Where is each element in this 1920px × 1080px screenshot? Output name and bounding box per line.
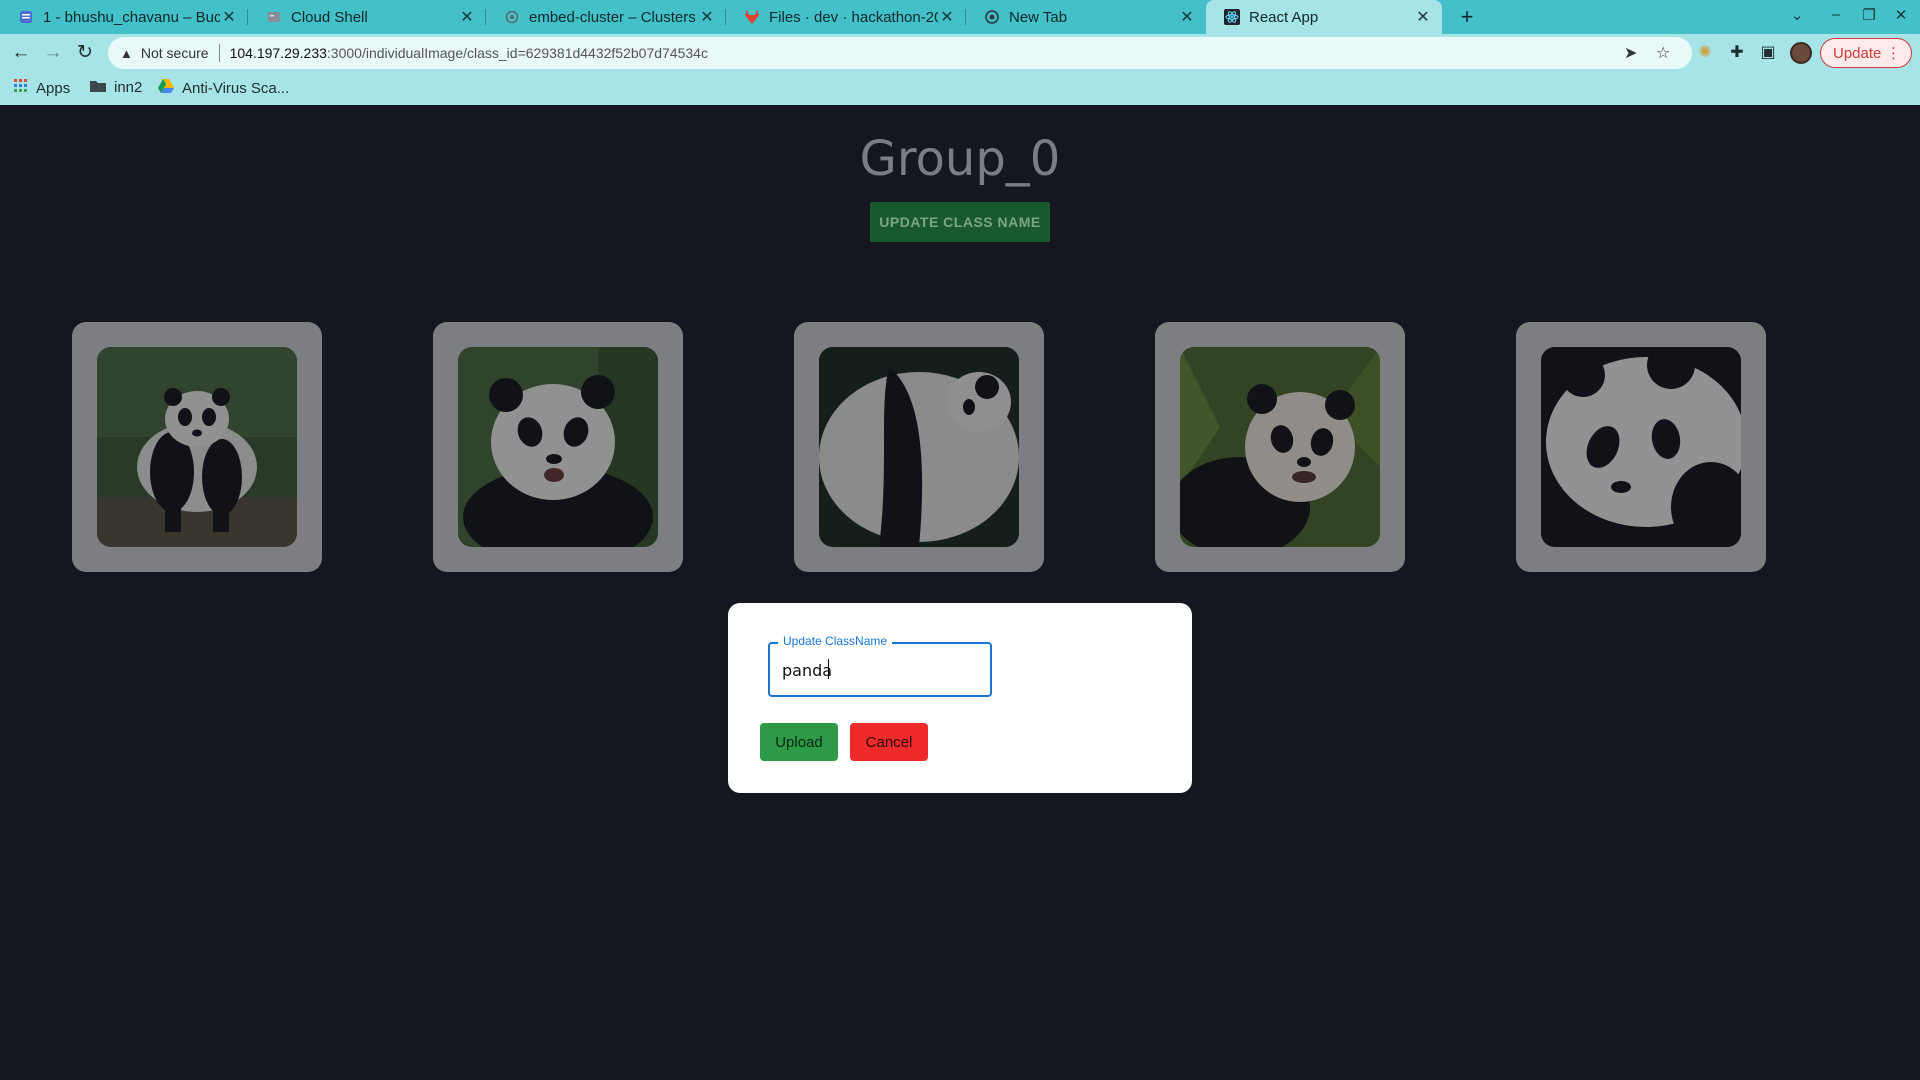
image-card[interactable] (433, 322, 683, 572)
tab-title: Files · dev · hackathon-202 (769, 8, 938, 26)
update-label: Update (1833, 44, 1882, 62)
panda-image[interactable] (97, 347, 297, 547)
image-overlay (819, 347, 1019, 547)
bookmarks-bar: Apps inn2 Anti-Virus Sca... (0, 72, 1920, 105)
image-card[interactable] (1516, 322, 1766, 572)
image-overlay (1541, 347, 1741, 547)
update-class-dialog: Update ClassName Upload Cancel (728, 603, 1192, 793)
bookmark-inn2[interactable]: inn2 (90, 79, 142, 96)
window-close-icon[interactable]: ✕ (1890, 6, 1912, 24)
bookmark-antivirus[interactable]: Anti-Virus Sca... (158, 79, 289, 97)
bookmark-star-icon[interactable]: ☆ (1656, 43, 1670, 63)
security-label: Not secure (140, 45, 209, 61)
browser-chrome: 1 - bhushu_chavanu – Buc ✕ Cloud Shell ✕… (0, 0, 1920, 105)
close-icon[interactable]: ✕ (1414, 7, 1432, 27)
bookmark-label: inn2 (114, 79, 143, 96)
close-icon[interactable]: ✕ (938, 7, 956, 27)
restore-icon[interactable]: ❐ (1858, 6, 1880, 24)
panda-image[interactable] (1180, 347, 1380, 547)
doc-icon (18, 9, 34, 25)
back-arrow-icon[interactable]: ← (10, 42, 32, 64)
new-tab-button[interactable]: + (1454, 4, 1480, 30)
tab-strip: 1 - bhushu_chavanu – Buc ✕ Cloud Shell ✕… (0, 0, 1920, 34)
apps-grid-icon (14, 79, 28, 97)
page-title: Group_0 (859, 131, 1061, 187)
gitlab-icon (744, 9, 760, 25)
tab-bucket[interactable]: 1 - bhushu_chavanu – Buc ✕ (0, 0, 248, 34)
tab-gitlab-files[interactable]: Files · dev · hackathon-202 ✕ (726, 0, 966, 34)
tab-title: 1 - bhushu_chavanu – Buc (43, 8, 220, 26)
close-icon[interactable]: ✕ (1178, 7, 1196, 27)
page-content: Group_0 UPDATE CLASS NAME Update ClassNa… (0, 105, 1920, 1080)
cluster-icon (504, 9, 520, 25)
update-class-name-button[interactable]: UPDATE CLASS NAME (870, 202, 1050, 242)
url-path: :3000/individualImage/class_id=629381d44… (326, 45, 708, 61)
address-bar[interactable]: ▲ Not secure 104.197.29.233 :3000/indivi… (108, 37, 1692, 69)
tab-title: Cloud Shell (291, 8, 368, 26)
reload-icon[interactable]: ↻ (74, 42, 96, 64)
send-tab-icon[interactable]: ➤ (1624, 43, 1637, 63)
folder-icon (90, 79, 106, 96)
tab-new-tab[interactable]: New Tab ✕ (966, 0, 1206, 34)
tab-search-icon[interactable]: ⌄ (1786, 6, 1808, 24)
image-card[interactable] (1155, 322, 1405, 572)
tab-embed-cluster[interactable]: embed-cluster – Clusters ✕ (486, 0, 726, 34)
extension-icon[interactable]: ✺ (1694, 42, 1716, 64)
close-icon[interactable]: ✕ (220, 7, 238, 27)
close-icon[interactable]: ✕ (698, 7, 716, 27)
image-card[interactable] (794, 322, 1044, 572)
tab-title: embed-cluster – Clusters (529, 8, 696, 26)
forward-arrow-icon[interactable]: → (42, 42, 64, 64)
panda-image[interactable] (458, 347, 658, 547)
image-overlay (458, 347, 658, 547)
update-button[interactable]: Update ⋮ (1820, 38, 1912, 68)
panda-image[interactable] (819, 347, 1019, 547)
browser-toolbar: ← → ↻ ▲ Not secure 104.197.29.233 :3000/… (0, 34, 1920, 72)
minimize-icon[interactable]: – (1825, 6, 1847, 23)
tab-cloud-shell[interactable]: Cloud Shell ✕ (248, 0, 486, 34)
image-card[interactable] (72, 322, 322, 572)
bookmark-label: Anti-Virus Sca... (182, 79, 290, 97)
close-icon[interactable]: ✕ (458, 7, 476, 27)
chrome-icon (984, 9, 1000, 25)
panda-image[interactable] (1541, 347, 1741, 547)
url-host: 104.197.29.233 (229, 45, 327, 61)
tab-title: New Tab (1009, 8, 1068, 26)
image-overlay (97, 347, 297, 547)
image-overlay (1180, 347, 1380, 547)
react-icon (1224, 9, 1240, 25)
class-name-field[interactable]: Update ClassName (768, 634, 992, 697)
upload-button[interactable]: Upload (760, 723, 838, 761)
class-name-input[interactable] (782, 661, 982, 680)
class-name-label: Update ClassName (778, 634, 893, 648)
more-menu-icon[interactable]: ⋮ (1886, 44, 1901, 62)
drive-icon (158, 79, 174, 97)
warning-icon: ▲ (120, 45, 133, 61)
avatar[interactable] (1790, 42, 1812, 64)
cancel-button[interactable]: Cancel (850, 723, 928, 761)
puzzle-icon[interactable]: ✚ (1726, 42, 1748, 64)
side-panel-icon[interactable]: ▣ (1757, 42, 1779, 64)
bookmark-label: Apps (36, 79, 71, 97)
omnibox-divider (218, 44, 220, 62)
tab-title: React App (1249, 8, 1319, 26)
bookmark-apps[interactable]: Apps (14, 79, 70, 97)
text-caret (828, 659, 829, 679)
tab-react-app[interactable]: React App ✕ (1206, 0, 1442, 34)
cloud-shell-icon (266, 9, 282, 25)
